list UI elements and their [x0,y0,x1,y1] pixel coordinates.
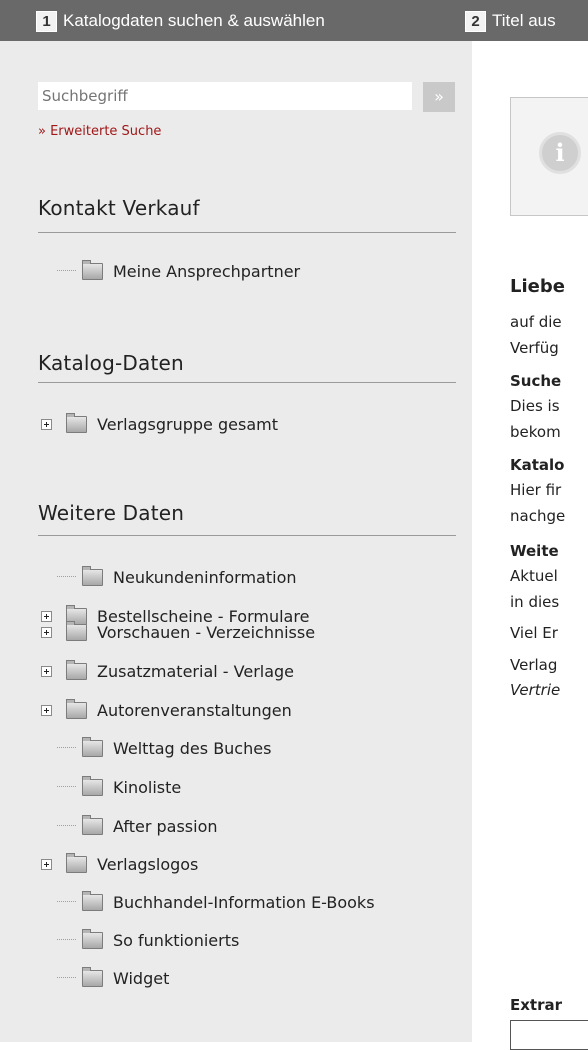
tree-item-label: After passion [113,816,218,836]
body-text-line: nachge [510,507,566,525]
folder-icon [82,259,103,280]
tree-item-label: Autorenveranstaltungen [97,700,292,720]
tree-item-label: So funktionierts [113,930,240,950]
extranet-heading: Extrar [510,996,563,1014]
step-2-number: 2 [465,10,486,32]
folder-icon [82,736,103,757]
section-heading-suche: Suche [510,372,562,390]
wizard-steps-bar: 1 Katalogdaten suchen & auswählen 2 Tite… [0,0,588,41]
folder-icon [82,928,103,949]
signature-line-italic: Vertrie [510,681,561,699]
tree-item-label: Zusatzmaterial - Verlage [97,661,295,681]
expand-plus-icon[interactable] [41,418,52,430]
tree-item-verlagsgruppe-gesamt[interactable]: Verlagsgruppe gesamt [38,412,278,436]
folder-icon [82,814,103,835]
section-title-kontakt-verkauf: Kontakt Verkauf [38,196,200,220]
section-divider [38,535,456,536]
step-2-tab[interactable]: 2 Titel aus [465,9,556,33]
tree-connector [57,270,76,272]
body-text-line: bekom [510,423,561,441]
folder-icon [82,890,103,911]
tree-item-label: Kinoliste [113,777,182,797]
folder-icon [66,698,87,719]
tree-item-label: Vorschauen - Verzeichnisse [97,622,316,642]
step-1-tab[interactable]: 1 Katalogdaten suchen & auswählen [36,9,325,33]
intro-text-line: auf die [510,313,562,331]
tree-item-label: Neukundeninformation [113,567,297,587]
body-text-line: Hier fir [510,481,562,499]
tree-item-neukundeninformation[interactable]: Neukundeninformation [38,565,297,589]
folder-icon [66,620,87,641]
expand-plus-icon[interactable] [41,704,52,716]
section-divider [38,382,456,383]
tree-item-buchhandel-information-e-books[interactable]: Buchhandel-Information E-Books [38,890,375,914]
folder-icon [66,852,87,873]
tree-item-widget[interactable]: Widget [38,966,169,990]
tree-item-so-funktionierts[interactable]: So funktionierts [38,928,239,952]
closing-text: Viel Er [510,624,558,642]
signature-line: Verlag [510,656,558,674]
tree-item-label: Meine Ansprechpartner [113,261,301,281]
info-icon: i [539,132,581,174]
welcome-heading: Liebe [510,276,565,297]
body-text-line: in dies [510,593,560,611]
step-1-number: 1 [36,10,57,32]
body-text-line: Aktuel [510,567,558,585]
tree-item-verlagslogos[interactable]: Verlagslogos [38,852,198,876]
tree-item-welttag-des-buches[interactable]: Welttag des Buches [38,736,271,760]
search-input[interactable] [38,82,412,110]
section-heading-weitere: Weite [510,542,559,560]
tree-connector [57,747,76,749]
advanced-search-link[interactable]: » Erweiterte Suche [38,124,161,139]
tree-connector [57,576,76,578]
section-heading-katalog: Katalo [510,456,565,474]
tree-item-label: Verlagslogos [97,854,199,874]
expand-plus-icon[interactable] [41,858,52,870]
search-submit-button[interactable]: » [423,82,455,112]
tree-connector [57,901,76,903]
tree-connector [57,977,76,979]
folder-icon [82,775,103,796]
section-divider [38,232,456,233]
body-text-line: Dies is [510,397,560,415]
folder-icon [82,565,103,586]
folder-icon [66,659,87,680]
tree-item-label: Buchhandel-Information E-Books [113,892,375,912]
tree-connector [57,939,76,941]
step-1-label: Katalogdaten suchen & auswählen [63,11,325,30]
step-2-label: Titel aus [492,11,556,30]
tree-item-autorenveranstaltungen[interactable]: Autorenveranstaltungen [38,698,292,722]
tree-item-after-passion[interactable]: After passion [38,814,218,838]
expand-plus-icon[interactable] [41,665,52,677]
tree-item-label: Verlagsgruppe gesamt [97,414,278,434]
tree-connector [57,825,76,827]
folder-icon [82,966,103,987]
tree-item-label: Widget [113,968,170,988]
tree-item-vorschauen-verzeichnisse[interactable]: Vorschauen - Verzeichnisse [38,620,315,644]
tree-item-kinoliste[interactable]: Kinoliste [38,775,181,799]
expand-plus-icon[interactable] [41,626,52,638]
section-title-weitere-daten: Weitere Daten [38,501,185,525]
extranet-login-box[interactable] [510,1020,588,1050]
tree-connector [57,786,76,788]
info-notice-box: i [510,97,588,216]
intro-text-line: Verfüg [510,339,559,357]
section-title-katalog-daten: Katalog-Daten [38,351,184,375]
tree-item-label: Welttag des Buches [113,738,272,758]
folder-icon [66,412,87,433]
tree-item-zusatzmaterial-verlage[interactable]: Zusatzmaterial - Verlage [38,659,294,683]
tree-item-meine-ansprechpartner[interactable]: Meine Ansprechpartner [38,259,300,283]
